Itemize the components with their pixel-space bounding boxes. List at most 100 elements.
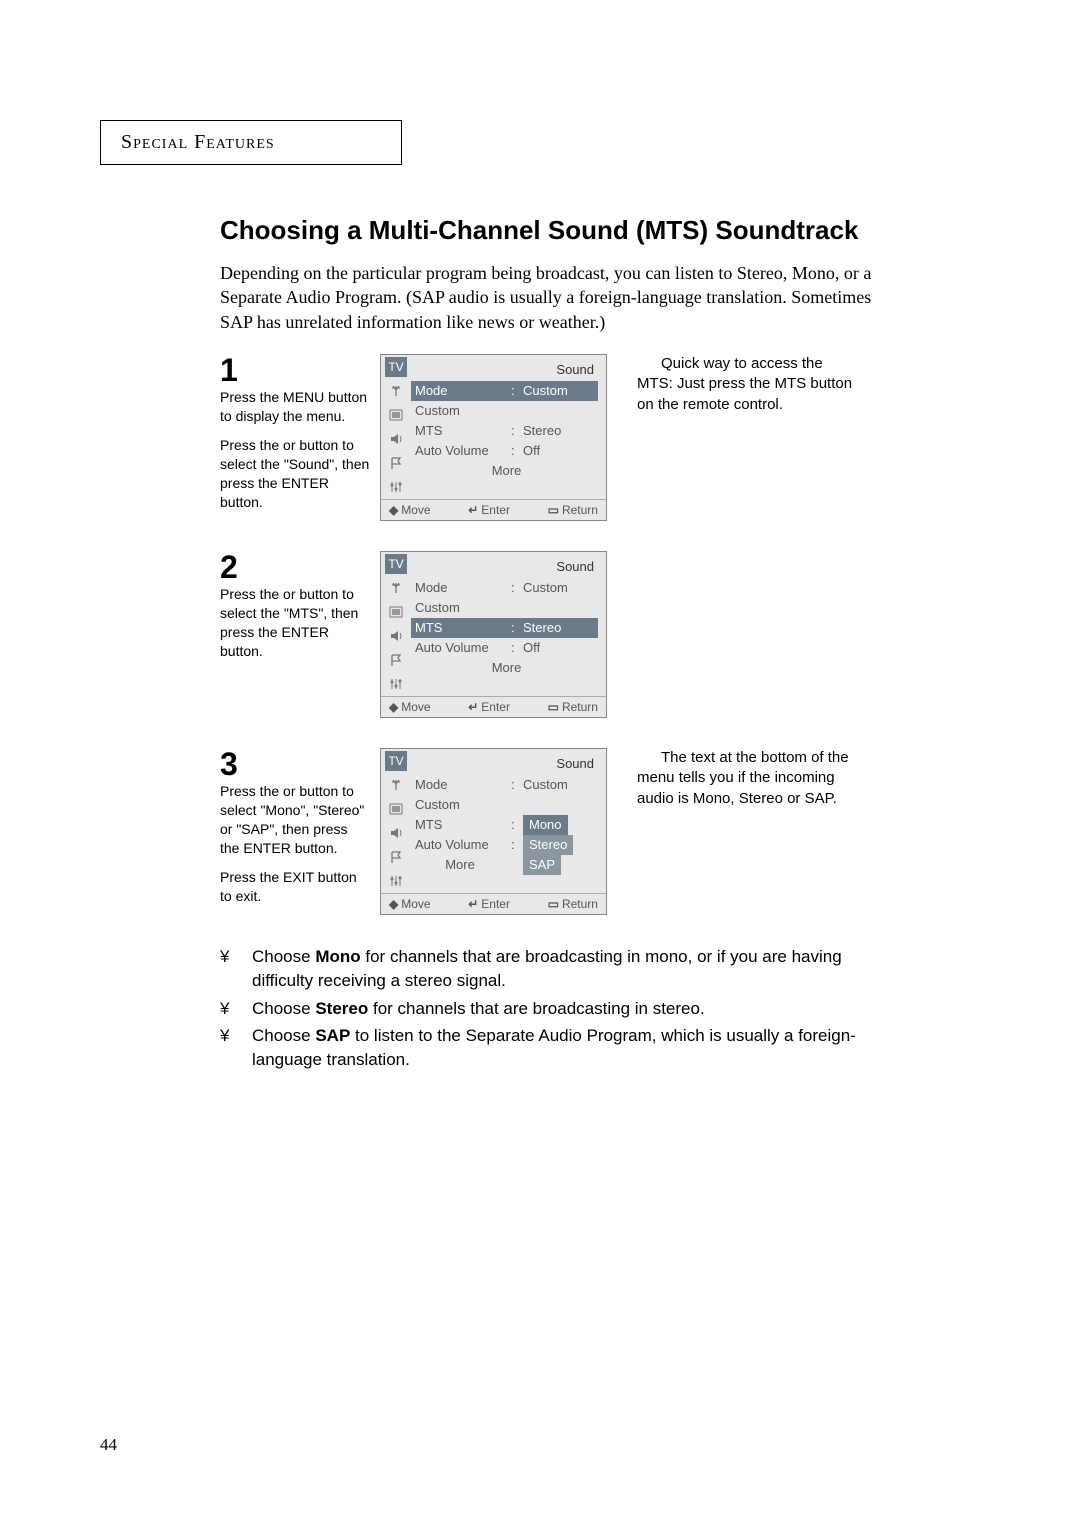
bullet-mark-icon: ¥ — [220, 945, 234, 993]
osd-2-custom-label: Custom — [415, 598, 505, 618]
osd-2-move: ◆Move — [389, 700, 431, 714]
osd-2-enter: ↵Enter — [468, 700, 510, 714]
section-header: Special Features — [100, 120, 402, 165]
osd-1-title: Sound — [415, 359, 598, 381]
osd-2-icon-col: TV — [381, 552, 411, 696]
step-1-number: 1 — [220, 354, 370, 386]
osd-1-more: More — [415, 461, 598, 481]
osd-3-row-more: More SAP — [415, 855, 598, 875]
osd-1-enter: ↵Enter — [468, 503, 510, 517]
osd-1-footer: ◆Move ↵Enter ▭Return — [381, 499, 606, 520]
osd-3-row-mts: MTS: Mono — [415, 815, 598, 835]
osd-1-icon-col: TV — [381, 355, 411, 499]
step-1-line1: Press the MENU button to display the men… — [220, 388, 370, 426]
osd-2-mode-val: Custom — [523, 578, 598, 598]
osd-3-mts-label: MTS — [415, 815, 505, 835]
osd-3-footer: ◆Move ↵Enter ▭Return — [381, 893, 606, 914]
step-3-line1: Press the or button to select "Mono", "S… — [220, 782, 370, 858]
flag-icon — [385, 453, 407, 473]
osd-1-row-custom: Custom — [415, 401, 598, 421]
page-title: Choosing a Multi-Channel Sound (MTS) Sou… — [220, 215, 860, 246]
bullet-mono: ¥ Choose Mono for channels that are broa… — [220, 945, 890, 993]
osd-2-mts-val: Stereo — [523, 618, 598, 638]
osd-1-move: ◆Move — [389, 503, 431, 517]
side-note-bottom: The text at the bottom of the menu tells… — [637, 748, 857, 809]
sound-icon — [385, 823, 407, 843]
sound-icon — [385, 626, 407, 646]
osd-3-icon-col: TV — [381, 749, 411, 893]
osd-1-row-mts: MTS:Stereo — [415, 421, 598, 441]
osd-1-mode-label: Mode — [415, 381, 505, 401]
osd-2-mode-label: Mode — [415, 578, 505, 598]
bullet-stereo: ¥ Choose Stereo for channels that are br… — [220, 997, 890, 1021]
osd-1-custom-label: Custom — [415, 401, 505, 421]
osd-2-more: More — [415, 658, 598, 678]
step-row-2: 2 Press the or button to select the "MTS… — [220, 551, 980, 718]
osd-3-av-label: Auto Volume — [415, 835, 505, 855]
osd-3-row-custom: Custom — [415, 795, 598, 815]
bullet-0-bold: Mono — [315, 947, 360, 966]
osd-3-row-mode: Mode:Custom — [415, 775, 598, 795]
osd-3-enter: ↵Enter — [468, 897, 510, 911]
step-3-text: 3 Press the or button to select "Mono", … — [220, 748, 370, 905]
osd-3-mode-label: Mode — [415, 775, 505, 795]
intro-paragraph: Depending on the particular program bein… — [220, 261, 900, 334]
bullet-0-prefix: Choose — [252, 947, 315, 966]
bullet-list: ¥ Choose Mono for channels that are broa… — [220, 945, 890, 1072]
osd-1-mts-label: MTS — [415, 421, 505, 441]
flag-icon — [385, 650, 407, 670]
side-note-quick: Quick way to access the MTS: Just press … — [637, 354, 857, 415]
antenna-icon — [385, 775, 407, 795]
picture-icon — [385, 405, 407, 425]
osd-1-mts-val: Stereo — [523, 421, 598, 441]
tv-icon: TV — [385, 554, 407, 574]
bullet-mark-icon: ¥ — [220, 997, 234, 1021]
step-2-line1: Press the or button to select the "MTS",… — [220, 585, 370, 661]
step-1-line2: Press the or button to select the "Sound… — [220, 436, 370, 512]
osd-3-custom-label: Custom — [415, 795, 505, 815]
osd-3-row-av: Auto Volume: Stereo — [415, 835, 598, 855]
sliders-icon — [385, 871, 407, 891]
osd-3-opt-mono: Mono — [523, 815, 568, 835]
osd-2-row-custom: Custom — [415, 598, 598, 618]
antenna-icon — [385, 578, 407, 598]
step-3-number: 3 — [220, 748, 370, 780]
bullet-1-rest: for channels that are broadcasting in st… — [368, 999, 704, 1018]
steps-area: 1 Press the MENU button to display the m… — [220, 354, 980, 915]
osd-2-av-val: Off — [523, 638, 598, 658]
osd-1-row-av: Auto Volume:Off — [415, 441, 598, 461]
osd-3-return: ▭Return — [548, 897, 598, 911]
osd-2-av-label: Auto Volume — [415, 638, 505, 658]
bullet-2-prefix: Choose — [252, 1026, 315, 1045]
osd-3-more: More — [415, 855, 505, 875]
bullet-mark-icon: ¥ — [220, 1024, 234, 1072]
osd-2-mts-label: MTS — [415, 618, 505, 638]
osd-screenshot-1: TV Sound Mode:Custom Custom MTS:Stere — [380, 354, 607, 521]
osd-3-opt-sap: SAP — [523, 855, 561, 875]
sound-icon — [385, 429, 407, 449]
osd-2-return: ▭Return — [548, 700, 598, 714]
osd-1-mode-val: Custom — [523, 381, 598, 401]
osd-1-av-label: Auto Volume — [415, 441, 505, 461]
tv-icon: TV — [385, 751, 407, 771]
bullet-1-prefix: Choose — [252, 999, 315, 1018]
osd-2-title: Sound — [415, 556, 598, 578]
flag-icon — [385, 847, 407, 867]
picture-icon — [385, 799, 407, 819]
step-row-3: 3 Press the or button to select "Mono", … — [220, 748, 980, 915]
osd-2-row-mts: MTS:Stereo — [411, 618, 598, 638]
step-2-number: 2 — [220, 551, 370, 583]
osd-1-return: ▭Return — [548, 503, 598, 517]
osd-3-opt-stereo: Stereo — [523, 835, 573, 855]
picture-icon — [385, 602, 407, 622]
bullet-sap: ¥ Choose SAP to listen to the Separate A… — [220, 1024, 890, 1072]
osd-screenshot-2: TV Sound Mode:Custom Custom MTS:Stereo A… — [380, 551, 607, 718]
osd-1-av-val: Off — [523, 441, 598, 461]
osd-2-row-mode: Mode:Custom — [415, 578, 598, 598]
bullet-1-bold: Stereo — [315, 999, 368, 1018]
osd-2-row-av: Auto Volume:Off — [415, 638, 598, 658]
osd-3-title: Sound — [415, 753, 598, 775]
sliders-icon — [385, 674, 407, 694]
osd-1-row-mode: Mode:Custom — [411, 381, 598, 401]
osd-3-mode-val: Custom — [523, 775, 598, 795]
